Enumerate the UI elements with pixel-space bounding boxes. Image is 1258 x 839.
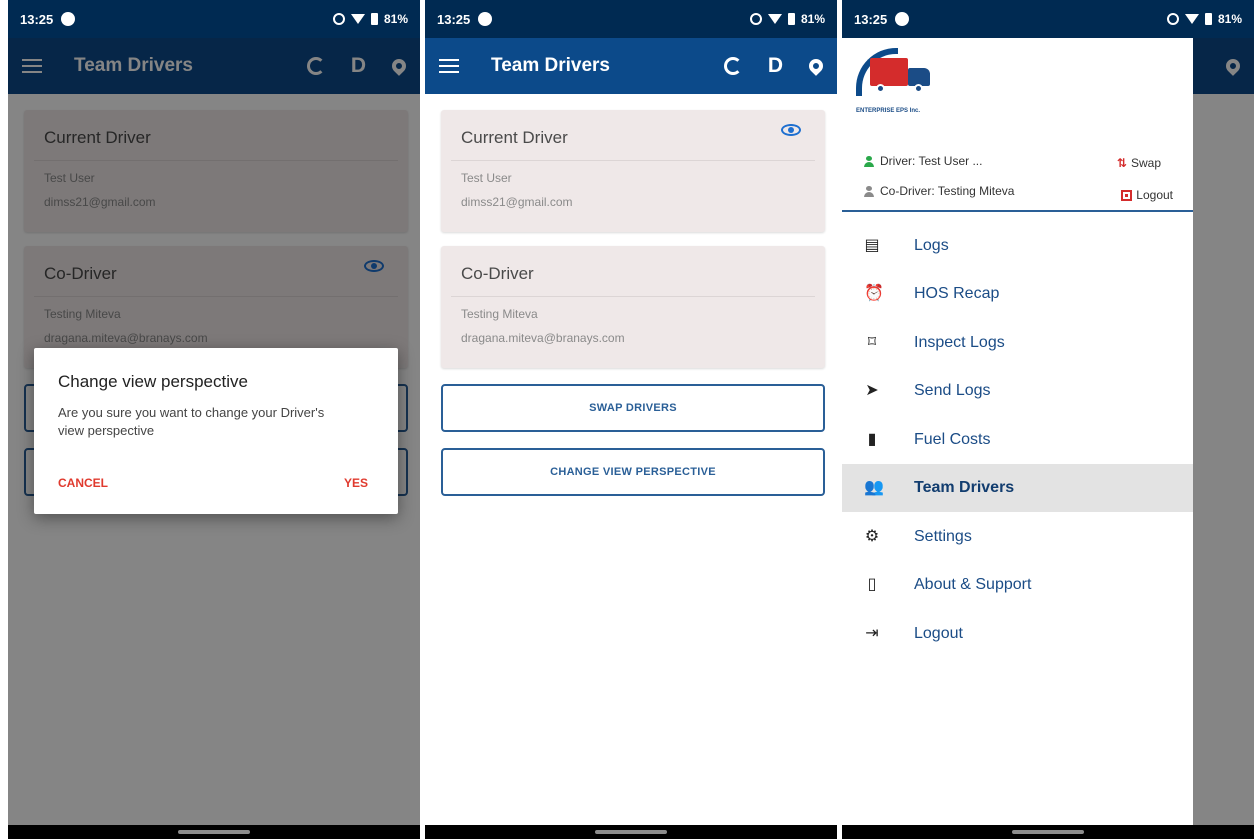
home-handle[interactable] [595, 830, 667, 834]
location-status-icon [749, 13, 762, 25]
status-time: 13:25 [20, 11, 54, 27]
driver-label: Driver: Test User ... [880, 154, 983, 168]
eye-icon[interactable] [781, 124, 801, 136]
home-handle[interactable] [1012, 830, 1084, 834]
notification-icon [895, 12, 910, 26]
battery-level: 81% [383, 12, 408, 26]
notification-icon [61, 12, 76, 26]
system-nav-bar [842, 825, 1254, 839]
system-nav-bar [8, 825, 420, 839]
alarm-icon: ⏰ [864, 285, 884, 302]
status-time: 13:25 [437, 11, 471, 27]
driver-row: Driver: Test User ... [864, 154, 982, 168]
gear-icon: ⚙ [864, 528, 880, 545]
driver-person-icon [864, 155, 874, 167]
app-bar: Team Drivers D [425, 38, 837, 94]
wifi-icon [1184, 14, 1199, 24]
driver-name: Testing Miteva [461, 307, 538, 321]
menu-item-inspect-logs[interactable]: ⌑ Inspect Logs [842, 319, 1193, 367]
location-status-icon [1166, 13, 1179, 25]
panel-team-drivers: 13:25 81% Team Drivers D Current Driver … [425, 0, 837, 839]
sync-icon[interactable] [723, 57, 742, 75]
wifi-icon [350, 14, 365, 24]
swap-icon: ⇅ [1116, 156, 1127, 170]
panel-dialog: 13:25 81% Team Drivers D Current Driver … [8, 0, 420, 839]
co-driver-row: Co-Driver: Testing Miteva [864, 184, 1014, 198]
card-title: Co-Driver [461, 264, 534, 283]
card-title: Current Driver [461, 128, 568, 147]
menu-item-hos-recap[interactable]: ⏰ HOS Recap [842, 270, 1193, 318]
inspect-icon: ⌑ [867, 334, 877, 351]
send-icon: ➤ [865, 382, 879, 399]
battery-icon [787, 13, 795, 25]
menu-item-fuel-costs[interactable]: ▮ Fuel Costs [842, 416, 1193, 464]
drawer-scrim[interactable] [1193, 38, 1254, 825]
battery-icon [1204, 13, 1212, 25]
duty-status-button[interactable]: D [768, 54, 783, 78]
menu-item-logs[interactable]: ▤ Logs [842, 222, 1193, 270]
panel-drawer: 13:25 81% ENTERPRISE EPS Inc. Driver: Te… [842, 0, 1254, 839]
home-handle[interactable] [178, 830, 250, 834]
change-view-button[interactable]: CHANGE VIEW PERSPECTIVE [441, 448, 825, 496]
status-time: 13:25 [854, 11, 888, 27]
location-pin-icon[interactable] [806, 56, 826, 76]
divider [451, 160, 815, 161]
fuel-icon: ▮ [867, 431, 877, 448]
wifi-icon [767, 14, 782, 24]
system-nav-bar [425, 825, 837, 839]
yes-button[interactable]: YES [344, 476, 368, 490]
company-name: ENTERPRISE EPS Inc. [856, 108, 921, 114]
notification-icon [478, 12, 493, 26]
driver-email: dragana.miteva@branays.com [461, 331, 625, 345]
battery-icon [370, 13, 378, 25]
battery-level: 81% [1217, 12, 1242, 26]
co-driver-person-icon [864, 185, 874, 197]
current-driver-card: Current Driver Test User dimss21@gmail.c… [441, 110, 825, 232]
driver-name: Test User [461, 171, 512, 185]
status-bar: 13:25 81% [842, 0, 1254, 38]
status-bar: 13:25 81% [425, 0, 837, 38]
battery-level: 81% [800, 12, 825, 26]
cancel-button[interactable]: CANCEL [58, 476, 108, 490]
menu-icon[interactable] [439, 59, 459, 73]
menu-item-about-support[interactable]: ▯ About & Support [842, 561, 1193, 609]
logs-icon: ▤ [864, 237, 880, 254]
confirm-dialog: Change view perspective Are you sure you… [34, 348, 398, 514]
dialog-message: Are you sure you want to change your Dri… [58, 405, 325, 438]
page-title: Team Drivers [491, 55, 610, 76]
dialog-title: Change view perspective [58, 372, 248, 391]
menu-item-logout[interactable]: ⇥ Logout [842, 610, 1193, 658]
swap-label: Swap [1130, 156, 1161, 170]
logout-box-icon [1121, 189, 1133, 201]
logout-icon: ⇥ [865, 625, 879, 642]
drawer-divider [842, 210, 1193, 212]
co-driver-label: Co-Driver: Testing Miteva [880, 184, 1015, 198]
driver-email: dimss21@gmail.com [461, 195, 573, 209]
divider [451, 296, 815, 297]
status-bar: 13:25 81% [8, 0, 420, 38]
menu-item-settings[interactable]: ⚙ Settings [842, 513, 1193, 561]
navigation-drawer: ENTERPRISE EPS Inc. Driver: Test User ..… [842, 38, 1193, 825]
menu-item-send-logs[interactable]: ➤ Send Logs [842, 367, 1193, 415]
co-driver-card: Co-Driver Testing Miteva dragana.miteva@… [441, 246, 825, 368]
phone-icon: ▯ [867, 576, 877, 593]
swap-drivers-button[interactable]: SWAP DRIVERS [441, 384, 825, 432]
team-icon: 👥 [864, 479, 884, 496]
menu-item-team-drivers[interactable]: 👥 Team Drivers [842, 464, 1193, 512]
logout-label: Logout [1136, 188, 1173, 202]
header-logout-link[interactable]: Logout [1121, 188, 1173, 202]
company-logo: ENTERPRISE EPS Inc. [856, 46, 938, 118]
swap-link[interactable]: ⇅ Swap [1117, 156, 1161, 170]
location-status-icon [332, 13, 345, 25]
